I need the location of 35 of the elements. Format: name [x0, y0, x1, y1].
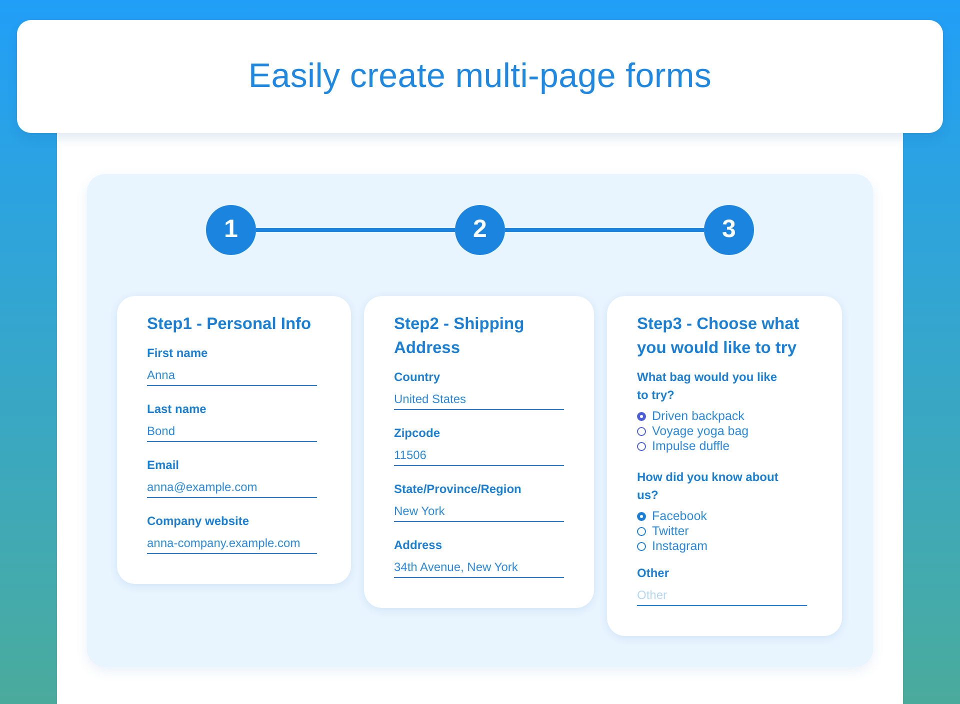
input-field[interactable]: Bond — [147, 422, 317, 442]
question-label: What bag would you like to try? — [637, 369, 778, 404]
radio-button[interactable] — [637, 542, 646, 551]
input-field[interactable]: New York — [394, 502, 564, 522]
option-label[interactable]: Driven backpack — [652, 409, 744, 424]
radio-button[interactable] — [637, 527, 646, 536]
field-label: Country — [394, 369, 441, 386]
input-field[interactable]: 11506 — [394, 446, 564, 466]
option-label[interactable]: Twitter — [652, 524, 689, 539]
field-label: Zipcode — [394, 425, 442, 442]
input-field[interactable]: anna@example.com — [147, 478, 317, 498]
field-label: Address — [394, 537, 444, 554]
field-label: State/Province/Region — [394, 481, 522, 498]
option-label[interactable]: Facebook — [652, 509, 707, 524]
option-label[interactable]: Voyage yoga bag — [652, 424, 749, 439]
question-label: How did you know about us? — [637, 469, 780, 504]
field-label: Last name — [147, 401, 208, 418]
option-label[interactable]: Instagram — [652, 539, 708, 554]
input-field[interactable]: United States — [394, 390, 564, 410]
input-field[interactable]: Anna — [147, 366, 317, 386]
radio-button[interactable] — [637, 512, 646, 521]
card-heading: Step2 - Shipping Address — [394, 314, 526, 359]
option-label[interactable]: Impulse duffle — [652, 439, 730, 454]
input-field[interactable]: anna-company.example.com — [147, 534, 317, 554]
card-heading: Step1 - Personal Info — [147, 314, 312, 335]
radio-button[interactable] — [637, 427, 646, 436]
field-label: Email — [147, 457, 180, 474]
input-field[interactable]: 34th Avenue, New York — [394, 558, 564, 578]
page-title: Easily create multi-page forms — [248, 56, 712, 97]
field-label: Other — [637, 565, 670, 582]
field-label: Company website — [147, 513, 250, 530]
card-heading: Step3 - Choose what you would like to try — [637, 314, 800, 359]
field-label: First name — [147, 345, 209, 362]
radio-button[interactable] — [637, 412, 646, 421]
radio-button[interactable] — [637, 442, 646, 451]
